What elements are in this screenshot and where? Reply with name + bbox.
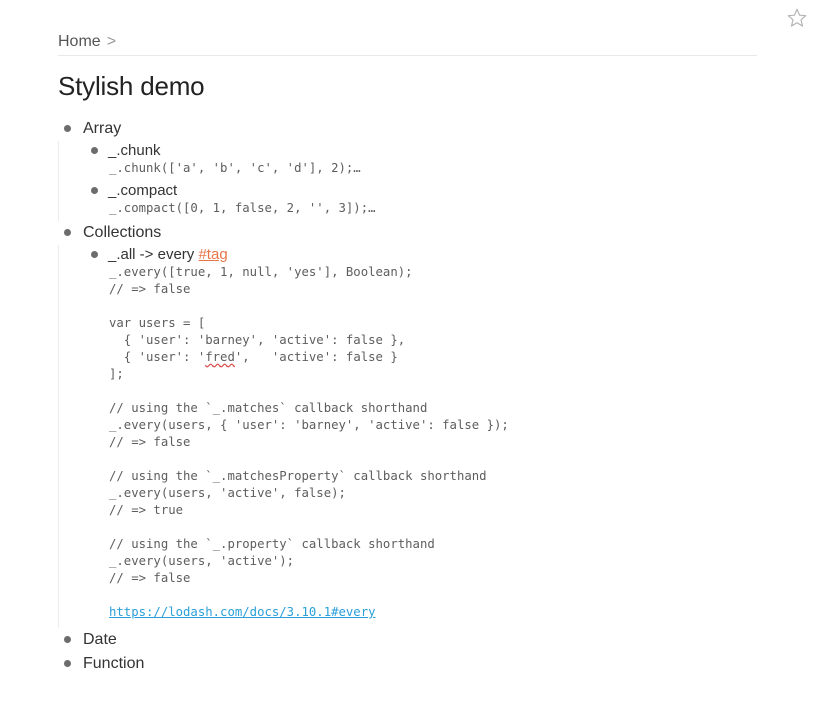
code-line: _.every(users, { 'user': 'barney', 'acti… — [109, 418, 509, 432]
breadcrumb-home-link[interactable]: Home — [58, 33, 101, 50]
code-line: _.every([true, 1, null, 'yes'], Boolean)… — [109, 265, 413, 279]
code-line: { 'user': 'barney', 'active': false }, — [109, 333, 406, 347]
outline-row-compact[interactable]: _.compact — [59, 181, 798, 200]
docs-link[interactable]: https://lodash.com/docs/3.10.1#every — [109, 605, 376, 619]
bullet-icon[interactable] — [64, 660, 71, 667]
page-title: Stylish demo — [58, 71, 205, 101]
code-line: // => false — [109, 282, 191, 296]
code-line: // => false — [109, 571, 191, 585]
code-line: // => true — [109, 503, 184, 517]
code-line: ]; — [109, 367, 124, 381]
outline-item-collections: Collections _.all -> every #tag _.every(… — [58, 221, 798, 628]
outline-item-array: Array _.chunk _.chunk(['a', 'b', 'c', 'd… — [58, 117, 798, 221]
outline-item-label[interactable]: _.chunk — [108, 142, 161, 159]
outline-children-collections: _.all -> every #tag _.every([true, 1, nu… — [58, 245, 798, 628]
outline-item-date: Date — [58, 628, 798, 652]
bullet-icon[interactable] — [91, 251, 98, 258]
outline-item-label[interactable]: _.compact — [108, 182, 177, 199]
outline-tree: Array _.chunk _.chunk(['a', 'b', 'c', 'd… — [58, 117, 798, 676]
breadcrumb: Home > — [58, 33, 757, 56]
outline-item-function: Function — [58, 652, 798, 676]
outline-item-label[interactable]: Collections — [83, 224, 161, 241]
outline-row-function[interactable]: Function — [58, 652, 798, 676]
outline-item-all: _.all -> every #tag _.every([true, 1, nu… — [59, 245, 798, 628]
spellcheck-word: fred — [205, 350, 235, 364]
code-line: { 'user': 'fred', 'active': false } — [109, 349, 798, 366]
outline-item-compact: _.compact _.compact([0, 1, false, 2, '',… — [59, 181, 798, 221]
code-line: // using the `_.matches` callback shorth… — [109, 401, 428, 415]
bullet-icon[interactable] — [64, 229, 71, 236]
outline-note-compact[interactable]: _.compact([0, 1, false, 2, '', 3]);… — [109, 200, 798, 221]
outline-item-label[interactable]: Array — [83, 120, 121, 137]
outline-note-every[interactable]: _.every([true, 1, null, 'yes'], Boolean)… — [109, 264, 798, 628]
code-line: var users = [ — [109, 316, 206, 330]
outline-row-collections[interactable]: Collections — [58, 221, 798, 245]
outline-row-date[interactable]: Date — [58, 628, 798, 652]
code-line: _.every(users, 'active'); — [109, 554, 295, 568]
outline-children-array: _.chunk _.chunk(['a', 'b', 'c', 'd'], 2)… — [58, 141, 798, 221]
code-line: https://lodash.com/docs/3.10.1#every — [109, 604, 798, 621]
breadcrumb-separator: > — [106, 33, 117, 50]
code-line: _.every(users, 'active', false); — [109, 486, 346, 500]
bullet-icon[interactable] — [64, 125, 71, 132]
outline-note-chunk[interactable]: _.chunk(['a', 'b', 'c', 'd'], 2);… — [109, 160, 798, 181]
code-fragment: { 'user': ' — [109, 350, 206, 364]
outline-item-label[interactable]: _.all -> every — [108, 246, 198, 263]
bullet-icon[interactable] — [91, 187, 98, 194]
code-fragment: ', 'active': false } — [234, 350, 398, 364]
tag-link[interactable]: #tag — [198, 246, 227, 263]
star-icon[interactable] — [786, 7, 808, 29]
code-line: // using the `_.matchesProperty` callbac… — [109, 469, 487, 483]
outline-root-list: Array _.chunk _.chunk(['a', 'b', 'c', 'd… — [58, 117, 798, 676]
bullet-icon[interactable] — [91, 147, 98, 154]
outline-row-array[interactable]: Array — [58, 117, 798, 141]
outline-item-label[interactable]: Date — [83, 631, 117, 648]
outline-item-chunk: _.chunk _.chunk(['a', 'b', 'c', 'd'], 2)… — [59, 141, 798, 181]
code-line: // => false — [109, 435, 191, 449]
bullet-icon[interactable] — [64, 636, 71, 643]
outline-item-label[interactable]: Function — [83, 655, 144, 672]
outline-row-chunk[interactable]: _.chunk — [59, 141, 798, 160]
code-line: // using the `_.property` callback short… — [109, 537, 435, 551]
outline-row-all[interactable]: _.all -> every #tag — [59, 245, 798, 264]
